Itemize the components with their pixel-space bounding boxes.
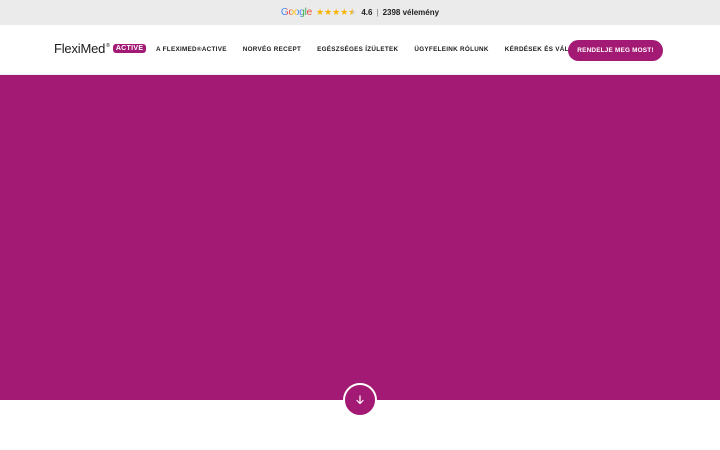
- star-icon: ★: [315, 7, 325, 17]
- main-nav: A FLEXIMED®ACTIVE NORVÉG RECEPT EGÉSZSÉG…: [156, 46, 592, 53]
- rating-bar: Google ★ ★ ★ ★ ★ 4.6 | 2398 vélemény: [0, 0, 720, 25]
- logo-text: FlexiMed: [54, 41, 106, 56]
- google-logo-text: Google: [280, 7, 312, 18]
- logo-badge: ACTIVE: [112, 44, 147, 53]
- rating-score: 4.6: [361, 8, 373, 17]
- star-icon: ★: [324, 7, 333, 17]
- half-star-icon: ★: [348, 7, 357, 17]
- nav-item-ugyfeleink-rolunk[interactable]: ÜGYFELEINK RÓLUNK: [414, 46, 488, 53]
- rating-stars: ★ ★ ★ ★ ★: [316, 8, 356, 17]
- order-now-button[interactable]: RENDELJE MEG MOST!: [568, 40, 663, 61]
- nav-item-egeszseges-izuletek[interactable]: EGÉSZSÉGES ÍZÜLETEK: [317, 46, 398, 53]
- nav-item-fleximed-active[interactable]: A FLEXIMED®ACTIVE: [156, 46, 227, 53]
- site-header: FlexiMed ® ACTIVE A FLEXIMED®ACTIVE NORVÉ…: [0, 25, 720, 75]
- logo-registered-mark: ®: [106, 42, 110, 49]
- review-count[interactable]: 2398 vélemény: [383, 8, 440, 17]
- arrow-down-icon: [356, 395, 364, 405]
- scroll-down-button[interactable]: [343, 383, 377, 417]
- hero-section: [0, 75, 720, 400]
- google-logo: Google: [281, 7, 312, 18]
- star-icon: ★: [340, 7, 349, 17]
- logo[interactable]: FlexiMed ® ACTIVE: [54, 41, 147, 56]
- nav-item-norveg-recept[interactable]: NORVÉG RECEPT: [243, 46, 301, 53]
- star-icon: ★: [332, 7, 341, 17]
- separator: |: [376, 8, 379, 17]
